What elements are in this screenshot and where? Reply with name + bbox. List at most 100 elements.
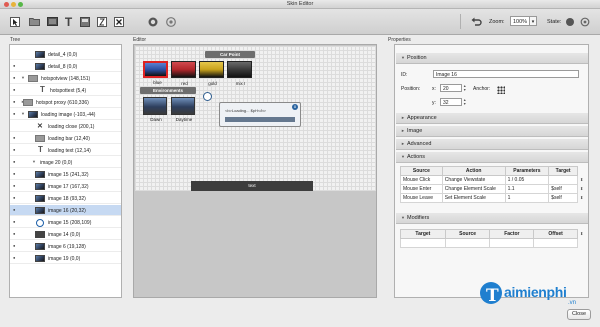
tree-row-selected[interactable]: ● image 16 (20,32) — [10, 205, 121, 216]
circle-control-icon[interactable] — [203, 92, 212, 101]
tree-row[interactable]: ✕ loading close (200,1) — [10, 121, 121, 132]
tree-row[interactable]: ● loading bar (12,40) — [10, 133, 121, 144]
col-header-action[interactable]: Action — [441, 166, 506, 176]
tree-row[interactable]: ● ▼ loading image (-103,-44) — [10, 109, 121, 120]
tree-row[interactable]: ● image 15 (241,32) — [10, 169, 121, 180]
hotspot-tool-icon[interactable] — [164, 15, 177, 28]
eye-icon[interactable]: ● — [13, 184, 17, 188]
globe-tool-icon[interactable] — [146, 15, 159, 28]
select-tool-icon[interactable] — [8, 15, 21, 28]
eye-icon[interactable]: ● — [13, 256, 17, 260]
col-header-offset[interactable]: Offset — [533, 229, 578, 239]
close-element-tool-icon[interactable] — [112, 15, 125, 28]
cell-action[interactable]: Change Viewstate — [441, 175, 506, 185]
eye-icon[interactable]: ● — [13, 136, 17, 140]
disclosure-triangle-icon[interactable]: ▼ — [21, 112, 25, 116]
y-field[interactable]: 32 — [440, 98, 462, 106]
cell-target[interactable]: $self — [548, 193, 578, 203]
car-point-label[interactable]: Car Point — [205, 51, 255, 58]
cell-parameters[interactable]: 1.1 — [504, 184, 550, 194]
tree-row[interactable]: ● image 14 (0,0) — [10, 229, 121, 240]
environments-label[interactable]: Environments — [140, 87, 196, 94]
eye-icon[interactable]: ● — [13, 208, 17, 212]
eye-icon[interactable]: ● — [13, 88, 17, 92]
tree-row[interactable]: ● image 17 (167,32) — [10, 181, 121, 192]
tree-row[interactable]: ● image 15 (208,109) — [10, 217, 121, 228]
editor-panel[interactable]: Car Point Environments blue red gold mix… — [133, 44, 377, 298]
col-header-source[interactable]: Source — [444, 229, 491, 239]
col-header-target[interactable]: Target — [548, 166, 578, 176]
section-appearance[interactable]: ► Appearance — [396, 113, 588, 124]
undo-icon[interactable] — [470, 15, 483, 28]
env-thumbnail-dawn[interactable]: Dawn — [143, 97, 167, 122]
cell-target[interactable] — [548, 175, 578, 185]
cell-source[interactable]: Mouse Enter — [400, 184, 443, 194]
disclosure-triangle-icon[interactable]: ▼ — [21, 76, 25, 80]
eye-icon[interactable]: ● — [13, 112, 17, 116]
car-thumbnail-gold[interactable]: gold — [199, 61, 224, 86]
tree-row[interactable]: ● T hotspottext (5,4) — [10, 85, 121, 96]
empty-cell[interactable] — [533, 238, 578, 248]
eye-icon[interactable]: ● — [13, 172, 17, 176]
cell-action[interactable]: Change Element Scale — [441, 184, 506, 194]
x-field[interactable]: 20 — [440, 84, 462, 92]
col-header-factor[interactable]: Factor — [489, 229, 535, 239]
eye-icon[interactable]: ● — [13, 244, 17, 248]
tree-row[interactable]: detail_4 (0,0) — [10, 49, 121, 60]
cell-action[interactable]: Set Element Scale — [441, 193, 506, 203]
empty-cell[interactable] — [400, 238, 446, 248]
tree-row[interactable]: ● T loading text (12,14) — [10, 145, 121, 156]
cell-parameters[interactable]: 1 / 0.05 — [504, 175, 550, 185]
car-thumbnail-red[interactable]: red — [171, 61, 196, 86]
section-modifiers[interactable]: ▼ Modifiers — [396, 213, 588, 224]
tree-row[interactable]: ● ▼ hotspotview (148,151) — [10, 73, 121, 84]
eye-icon[interactable]: ● — [13, 196, 17, 200]
cell-source[interactable]: Mouse Click — [400, 175, 443, 185]
tree-row[interactable]: ● ► hotspot proxy (610,336) — [10, 97, 121, 108]
empty-cell[interactable] — [444, 238, 491, 248]
state-edit-icon[interactable] — [578, 15, 591, 28]
eye-icon[interactable]: ● — [13, 64, 17, 68]
eye-icon[interactable]: ● — [13, 220, 17, 224]
cell-source[interactable]: Mouse Leave — [400, 193, 443, 203]
button-tool-icon[interactable] — [78, 15, 91, 28]
section-advanced[interactable]: ► Advanced — [396, 139, 588, 150]
close-icon[interactable]: x — [292, 104, 298, 110]
zoom-field[interactable]: 100% — [510, 16, 530, 26]
eye-icon[interactable]: ● — [13, 76, 17, 80]
table-row[interactable] — [400, 238, 578, 248]
tree-row[interactable]: ● image 18 (93,32) — [10, 193, 121, 204]
y-stepper-icon[interactable]: ▲ ▼ — [463, 98, 467, 106]
section-position[interactable]: ▼ Position — [396, 53, 588, 64]
text-tool-icon[interactable]: T — [62, 15, 75, 29]
table-row[interactable]: Mouse Enter Change Element Scale 1.1 $se… — [400, 184, 578, 194]
cell-target[interactable]: $self — [548, 184, 578, 194]
cell-parameters[interactable]: 1 — [504, 193, 550, 203]
car-thumbnail-mix[interactable]: mix I — [227, 61, 252, 86]
tree-row[interactable]: ● ▼ image 20 (0,0) — [10, 157, 121, 168]
section-actions[interactable]: ▼ Actions — [396, 152, 588, 163]
eye-icon[interactable]: ● — [13, 100, 17, 104]
col-header-source[interactable]: Source — [400, 166, 443, 176]
x-stepper-icon[interactable]: ▲ ▼ — [463, 84, 467, 92]
loading-dialog[interactable]: <b>Loading... $pH</b> x — [219, 102, 301, 127]
disclosure-triangle-icon[interactable]: ▼ — [32, 160, 36, 164]
eye-icon[interactable]: ● — [13, 160, 17, 164]
eye-icon[interactable]: ● — [13, 232, 17, 236]
container-tool-icon[interactable] — [28, 15, 41, 28]
col-header-target[interactable]: Target — [400, 229, 446, 239]
image-tool-icon[interactable] — [46, 15, 59, 28]
tree-row[interactable]: ● image 6 (19,128) — [10, 241, 121, 252]
svg-tool-icon[interactable] — [95, 15, 108, 28]
id-field[interactable]: Image 16 — [433, 70, 579, 78]
col-header-parameters[interactable]: Parameters — [504, 166, 550, 176]
tree-row[interactable]: ● image 19 (0,0) — [10, 253, 121, 264]
chevron-down-icon[interactable]: ▾ — [530, 16, 537, 26]
table-row[interactable]: Mouse Click Change Viewstate 1 / 0.05 — [400, 175, 578, 185]
text-element[interactable]: text — [191, 181, 313, 191]
anchor-grid-icon[interactable] — [497, 86, 505, 94]
env-thumbnail-daytime[interactable]: Daytime — [171, 97, 195, 122]
empty-cell[interactable] — [489, 238, 535, 248]
close-button[interactable]: Close — [567, 309, 591, 320]
tree-row[interactable]: ● detail_8 (0,0) — [10, 61, 121, 72]
